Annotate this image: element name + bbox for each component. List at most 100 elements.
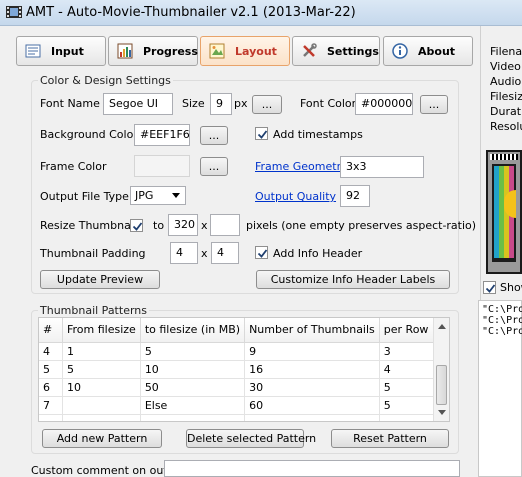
title-bar: AMT - Auto-Movie-Thumbnailer v2.1 (2013-… — [0, 0, 522, 26]
font-size-field[interactable]: 9 — [210, 93, 232, 115]
output-quality-field[interactable]: 92 — [340, 185, 370, 207]
frame-geometry-field[interactable]: 3x3 — [340, 156, 424, 178]
update-preview-button[interactable]: Update Preview — [40, 270, 160, 289]
tab-layout[interactable]: Layout — [200, 36, 290, 66]
cell-index: 5 — [39, 360, 63, 379]
cell-from-filesize[interactable]: 5 — [62, 360, 141, 379]
cell-from-filesize[interactable] — [62, 396, 141, 415]
info-line-filename: Filena — [490, 45, 522, 58]
pick-frame-color-button[interactable]: ... — [200, 157, 228, 176]
padding-x-field[interactable]: 4 — [170, 242, 198, 264]
input-icon — [25, 43, 41, 59]
custom-comment-field[interactable] — [164, 460, 460, 477]
background-color-field[interactable]: #EEF1F6 — [134, 124, 190, 146]
cell-from-filesize[interactable]: 10 — [62, 378, 141, 397]
cell-number-of-thumbnails[interactable]: 9 — [244, 342, 380, 361]
tab-settings-label: Settings — [327, 45, 379, 58]
add-info-header-checkbox[interactable] — [255, 246, 268, 259]
log-line: "C:\Pro — [482, 315, 522, 326]
table-row[interactable] — [39, 414, 449, 421]
output-file-type-select[interactable]: JPG — [130, 186, 186, 205]
resize-to-label: to — [153, 219, 165, 232]
layout-icon — [209, 43, 225, 59]
table-row[interactable]: 5 5 10 16 4 — [39, 360, 449, 379]
info-line-duration: Durati — [490, 105, 522, 118]
grid-header-row: # From filesize to filesize (in MB) Numb… — [39, 318, 449, 343]
info-line-video: Video — [490, 60, 521, 73]
column-header-to-filesize[interactable]: to filesize (in MB) — [140, 318, 246, 343]
preview-thumbnail — [486, 150, 522, 274]
add-pattern-button[interactable]: Add new Pattern — [42, 429, 162, 448]
design-settings-title: Color & Design Settings — [38, 74, 173, 87]
resize-height-field[interactable] — [210, 214, 240, 236]
patterns-grid[interactable]: # From filesize to filesize (in MB) Numb… — [38, 317, 450, 422]
customize-info-header-button[interactable]: Customize Info Header Labels — [256, 270, 450, 289]
grid-vertical-scrollbar[interactable] — [433, 318, 449, 421]
cell-to-filesize[interactable]: 50 — [140, 378, 246, 397]
table-row[interactable]: 7 Else 60 5 — [39, 396, 449, 415]
font-color-label: Font Color — [300, 97, 357, 110]
table-row[interactable]: 6 10 50 30 5 — [39, 378, 449, 397]
cell-number-of-thumbnails[interactable]: 30 — [244, 378, 380, 397]
frame-geometry-link[interactable]: Frame Geometry — [255, 160, 348, 173]
cell-number-of-thumbnails[interactable]: 16 — [244, 360, 380, 379]
scroll-up-arrow-icon[interactable] — [438, 324, 446, 329]
add-timestamps-checkbox[interactable] — [255, 127, 268, 140]
font-color-field[interactable]: #000000 — [355, 93, 413, 115]
show-label: Show — [500, 281, 522, 294]
cell-to-filesize[interactable]: 10 — [140, 360, 246, 379]
font-name-field[interactable]: Segoe UI — [103, 93, 173, 115]
cell-to-filesize[interactable]: Else — [140, 396, 246, 415]
browse-font-button[interactable]: ... — [252, 95, 282, 114]
add-info-header-label: Add Info Header — [273, 247, 363, 260]
output-file-type-label: Output File Type — [40, 190, 129, 203]
delete-pattern-button[interactable]: Delete selected Pattern — [186, 429, 316, 448]
cell-to-filesize[interactable]: 5 — [140, 342, 246, 361]
tab-settings[interactable]: Settings — [292, 36, 380, 66]
preview-border-pattern — [490, 154, 518, 160]
scroll-thumb[interactable] — [436, 365, 447, 405]
frame-color-field[interactable] — [134, 155, 190, 177]
pick-font-color-button[interactable]: ... — [420, 95, 448, 114]
column-header-index[interactable]: # — [39, 318, 63, 343]
reset-pattern-button[interactable]: Reset Pattern — [331, 429, 449, 448]
font-name-label: Font Name — [40, 97, 100, 110]
tab-input[interactable]: Input — [16, 36, 106, 66]
tab-progress[interactable]: Progress — [108, 36, 198, 66]
output-quality-link[interactable]: Output Quality — [255, 190, 336, 203]
column-header-number-of-thumbnails[interactable]: Number of Thumbnails — [244, 318, 380, 343]
info-icon — [392, 43, 408, 59]
tab-about[interactable]: About — [383, 36, 473, 66]
show-checkbox[interactable] — [483, 281, 496, 294]
font-size-unit: px — [234, 97, 248, 110]
table-row[interactable]: 4 1 5 9 3 — [39, 342, 449, 361]
custom-comment-label: Custom comment on output — [31, 464, 186, 477]
cell-index: 4 — [39, 342, 63, 361]
resize-width-field[interactable]: 320 — [168, 214, 198, 236]
log-line: "C:\Pro — [482, 326, 522, 337]
padding-y-field[interactable]: 4 — [211, 242, 239, 264]
resize-thumbnails-checkbox[interactable] — [130, 219, 143, 232]
progress-icon — [117, 43, 133, 59]
media-info-panel: Filena Video Audio Filesiz Durati Resolu — [490, 44, 522, 134]
checkmark-icon — [485, 284, 496, 293]
checkmark-icon — [257, 130, 268, 139]
cell-index: 7 — [39, 396, 63, 415]
dropdown-arrow-icon — [172, 193, 180, 198]
font-size-label: Size — [182, 97, 205, 110]
resize-x-label: x — [201, 219, 208, 232]
background-color-label: Background Color — [40, 128, 138, 141]
window-title: AMT - Auto-Movie-Thumbnailer v2.1 (2013-… — [26, 5, 356, 20]
column-header-from-filesize[interactable]: From filesize — [62, 318, 141, 343]
log-output[interactable]: "C:\Pro "C:\Pro "C:\Pro — [478, 300, 522, 477]
info-line-resolution: Resolu — [490, 120, 522, 133]
scroll-down-arrow-icon[interactable] — [438, 410, 446, 415]
resize-thumbnails-label: Resize Thumbnails — [40, 219, 143, 232]
log-line: "C:\Pro — [482, 304, 522, 315]
add-timestamps-label: Add timestamps — [273, 128, 363, 141]
cell-number-of-thumbnails[interactable]: 60 — [244, 396, 380, 415]
thumbnail-patterns-title: Thumbnail Patterns — [38, 304, 149, 317]
cell-from-filesize[interactable]: 1 — [62, 342, 141, 361]
pick-background-color-button[interactable]: ... — [200, 126, 228, 145]
frame-color-label: Frame Color — [40, 160, 107, 173]
